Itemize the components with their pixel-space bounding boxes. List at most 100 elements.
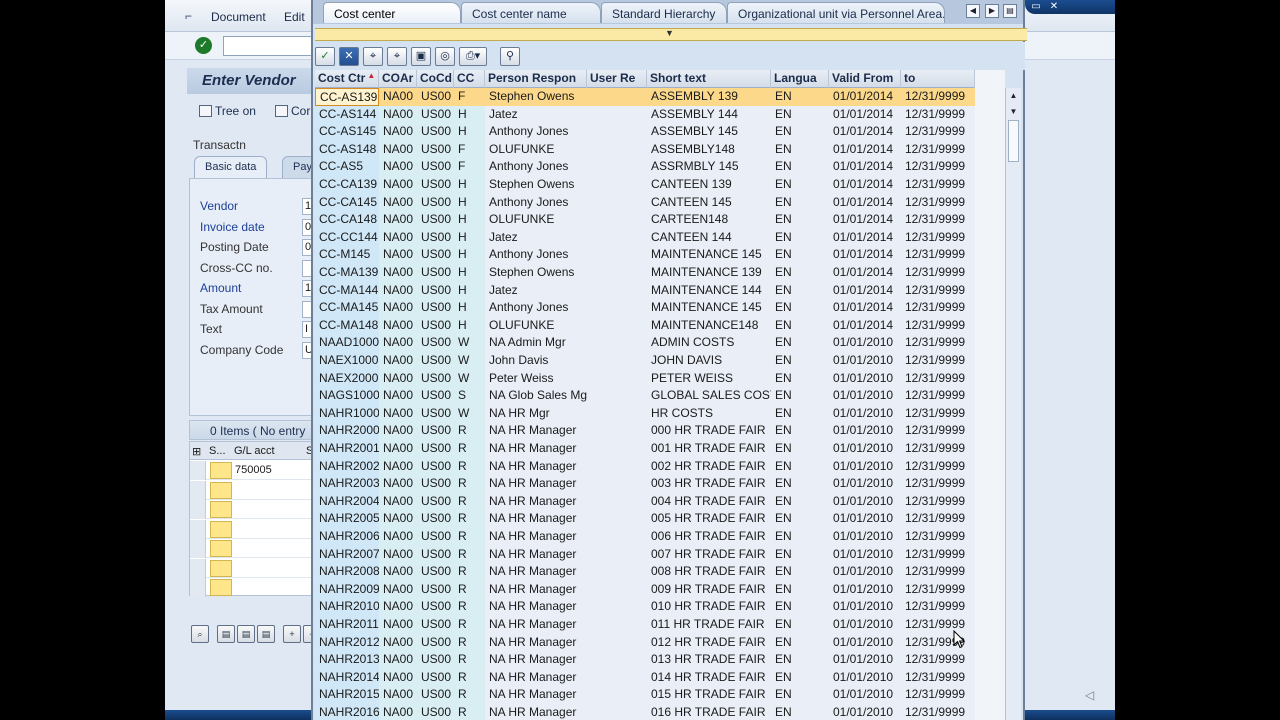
user-responsible-cell[interactable] [587, 651, 647, 669]
co-area-cell[interactable]: NA00 [379, 616, 417, 634]
language-cell[interactable]: EN [771, 686, 829, 704]
cc-category-cell[interactable]: H [454, 281, 485, 300]
company-code-cell[interactable]: US00 [417, 616, 454, 634]
cc-category-cell[interactable]: H [454, 123, 485, 141]
print-icon[interactable]: ⎙▾ [459, 47, 487, 66]
language-cell[interactable]: EN [771, 404, 829, 423]
table-row[interactable]: NAGS1000 NA00 US00 S NA Glob Sales Mgr GLOBAL… [315, 387, 975, 405]
cost-center-cell[interactable]: NAHR2010 [315, 598, 379, 616]
company-code-cell[interactable]: US00 [417, 228, 454, 247]
cost-center-cell[interactable]: CC-MA148 [315, 316, 379, 335]
company-code-cell[interactable]: US00 [417, 457, 454, 476]
table-row[interactable]: NAHR2011 NA00 US00 R NA HR Manager 011 HR TRA… [315, 616, 975, 634]
short-text-cell[interactable]: 002 HR TRADE FAIR [647, 457, 771, 476]
find-next-icon[interactable]: ⌖ [387, 47, 407, 66]
table-row[interactable]: NAHR2006 NA00 US00 R NA HR Manager 006 HR TRA… [315, 528, 975, 546]
valid-to-cell[interactable]: 12/31/9999 [901, 352, 975, 370]
co-area-cell[interactable]: NA00 [379, 334, 417, 352]
valid-from-cell[interactable]: 01/01/2014 [829, 211, 901, 229]
short-text-cell[interactable]: 013 HR TRADE FAIR [647, 651, 771, 669]
cc-category-cell[interactable]: R [454, 528, 485, 546]
co-area-cell[interactable]: NA00 [379, 422, 417, 440]
co-area-cell[interactable]: NA00 [379, 404, 417, 423]
scroll-thumb[interactable] [1008, 120, 1019, 162]
user-responsible-cell[interactable] [587, 334, 647, 352]
user-responsible-cell[interactable] [587, 598, 647, 616]
user-responsible-cell[interactable] [587, 510, 647, 528]
person-responsible-cell[interactable]: Anthony Jones [485, 158, 587, 176]
short-text-cell[interactable]: ASSEMBLY148 [647, 140, 771, 159]
user-responsible-cell[interactable] [587, 211, 647, 229]
co-area-cell[interactable]: NA00 [379, 651, 417, 669]
cost-center-cell[interactable]: NAAD1000 [315, 334, 379, 352]
table-row[interactable]: NAHR2008 NA00 US00 R NA HR Manager 008 HR TRA… [315, 563, 975, 581]
language-cell[interactable]: EN [771, 334, 829, 352]
user-responsible-cell[interactable] [587, 140, 647, 159]
table-row[interactable]: NAHR2005 NA00 US00 R NA HR Manager 005 HR TRA… [315, 510, 975, 528]
company-code-cell[interactable]: US00 [417, 369, 454, 388]
valid-from-cell[interactable]: 01/01/2014 [829, 316, 901, 335]
user-responsible-cell[interactable] [587, 316, 647, 335]
tree-on-button[interactable]: Tree on [199, 104, 256, 118]
valid-from-cell[interactable]: 01/01/2010 [829, 422, 901, 440]
user-responsible-cell[interactable] [587, 352, 647, 370]
short-text-cell[interactable]: JOHN DAVIS [647, 352, 771, 370]
find-icon[interactable]: ⌖ [363, 47, 383, 66]
person-responsible-cell[interactable]: Jatez [485, 228, 587, 247]
person-responsible-cell[interactable]: Jatez [485, 281, 587, 300]
cost-center-cell[interactable]: NAHR2014 [315, 668, 379, 687]
valid-to-cell[interactable]: 12/31/9999 [901, 422, 975, 440]
language-cell[interactable]: EN [771, 580, 829, 599]
cost-center-cell[interactable]: NAHR2003 [315, 475, 379, 493]
language-cell[interactable]: EN [771, 246, 829, 264]
table-row[interactable]: CC-AS145 NA00 US00 H Anthony Jones ASSEMBLY 1… [315, 123, 975, 141]
short-text-cell[interactable]: CANTEEN 145 [647, 193, 771, 212]
scroll-down-icon[interactable]: ▼ [1008, 106, 1019, 117]
language-cell[interactable]: EN [771, 545, 829, 564]
language-cell[interactable]: EN [771, 457, 829, 476]
col-short-text[interactable]: Short text [647, 70, 771, 88]
cc-category-cell[interactable]: R [454, 422, 485, 440]
user-responsible-cell[interactable] [587, 492, 647, 511]
valid-from-cell[interactable]: 01/01/2014 [829, 140, 901, 159]
language-cell[interactable]: EN [771, 299, 829, 317]
valid-from-cell[interactable]: 01/01/2010 [829, 651, 901, 669]
col-valid-to[interactable]: to [901, 70, 975, 88]
company-code-cell[interactable]: US00 [417, 316, 454, 335]
company-code-button[interactable]: Cor [275, 104, 310, 118]
cc-category-cell[interactable]: H [454, 193, 485, 212]
short-text-cell[interactable]: 000 HR TRADE FAIR [647, 422, 771, 440]
table-row[interactable]: NAHR2009 NA00 US00 R NA HR Manager 009 HR TRA… [315, 580, 975, 599]
language-cell[interactable]: EN [771, 369, 829, 388]
table-row[interactable]: CC-CC144 NA00 US00 H Jatez CANTEEN 144 EN 01/01… [315, 228, 975, 247]
company-code-cell[interactable]: US00 [417, 475, 454, 493]
valid-from-cell[interactable]: 01/01/2010 [829, 633, 901, 652]
cost-center-cell[interactable]: NAHR2013 [315, 651, 379, 669]
cc-category-cell[interactable]: H [454, 176, 485, 194]
valid-to-cell[interactable]: 12/31/9999 [901, 334, 975, 352]
cc-category-cell[interactable]: R [454, 440, 485, 458]
valid-to-cell[interactable]: 12/31/9999 [901, 475, 975, 493]
table-row[interactable]: NAHR2002 NA00 US00 R NA HR Manager 002 HR TRA… [315, 457, 975, 476]
short-text-cell[interactable]: 009 HR TRADE FAIR [647, 580, 771, 599]
tab-list-icon[interactable]: ▤ [1003, 4, 1017, 18]
valid-to-cell[interactable]: 12/31/9999 [901, 228, 975, 247]
company-code-cell[interactable]: US00 [417, 140, 454, 159]
close-icon[interactable]: ✕ [1047, 1, 1061, 13]
language-cell[interactable]: EN [771, 158, 829, 176]
co-area-cell[interactable]: NA00 [379, 176, 417, 194]
company-code-cell[interactable]: US00 [417, 633, 454, 652]
company-code-cell[interactable]: US00 [417, 123, 454, 141]
row-selector[interactable] [190, 480, 206, 500]
tab-scroll-left-icon[interactable]: ◀ [966, 4, 980, 18]
insert-row-icon[interactable]: + [283, 625, 301, 643]
user-responsible-cell[interactable] [587, 616, 647, 634]
valid-from-cell[interactable]: 01/01/2014 [829, 176, 901, 194]
person-responsible-cell[interactable]: Anthony Jones [485, 299, 587, 317]
cc-category-cell[interactable]: H [454, 316, 485, 335]
user-responsible-cell[interactable] [587, 668, 647, 687]
valid-from-cell[interactable]: 01/01/2010 [829, 510, 901, 528]
col-company-code[interactable]: CoCd [417, 70, 454, 88]
cc-category-cell[interactable]: S [454, 387, 485, 405]
valid-from-cell[interactable]: 01/01/2010 [829, 668, 901, 687]
